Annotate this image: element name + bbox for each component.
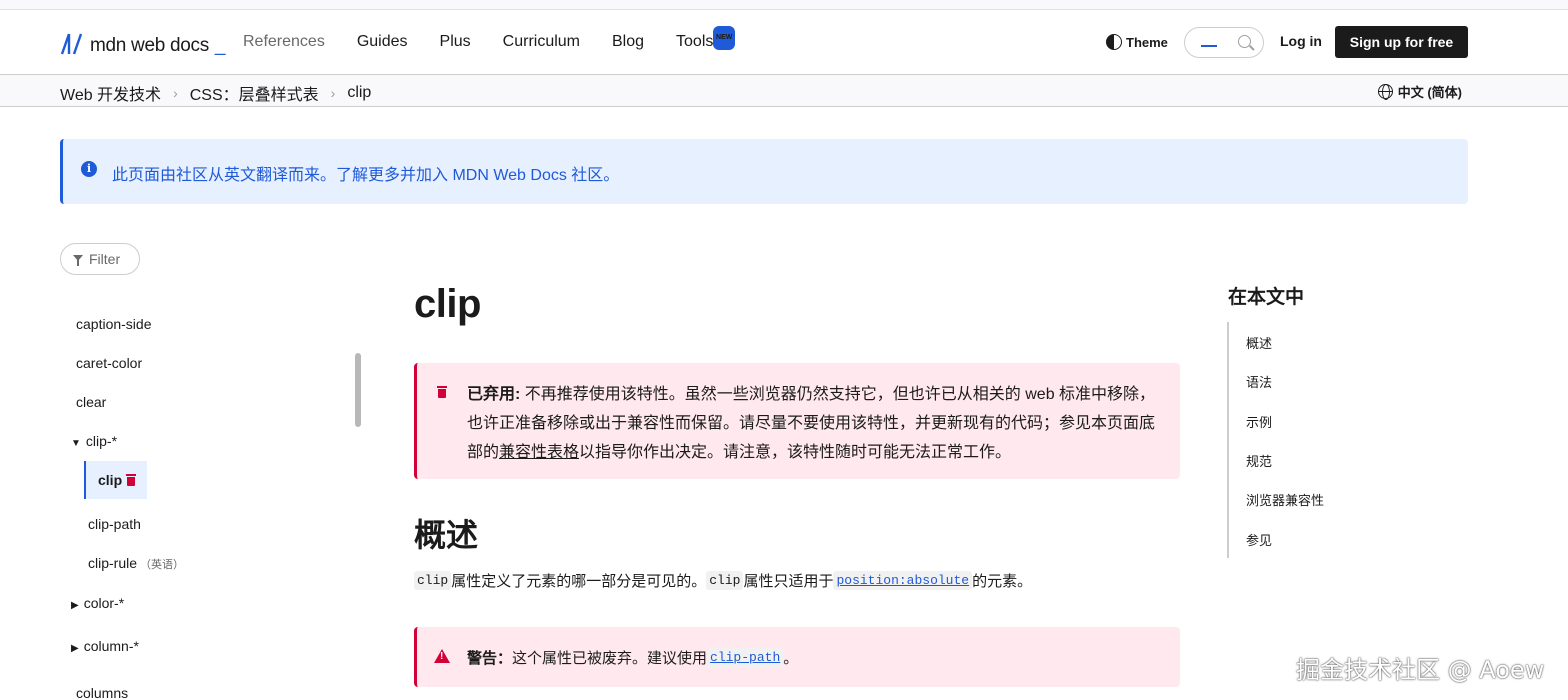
mdn-logo[interactable]: mdn web docs _ bbox=[60, 30, 226, 56]
triangle-right-icon: ▶ bbox=[71, 600, 79, 611]
position-absolute-link[interactable]: position:absolute bbox=[833, 571, 973, 590]
warning-label: 警告： bbox=[467, 650, 513, 667]
sidebar-item-note: （英语） bbox=[140, 559, 185, 571]
translation-notice: i 此页面由社区从英文翻译而来。了解更多并加入 MDN Web Docs 社区。 bbox=[60, 139, 1468, 204]
new-badge: NEW bbox=[713, 26, 736, 50]
toc-item-examples[interactable]: 示例 bbox=[1246, 412, 1272, 431]
sidebar-group-column[interactable]: ▶ column-* bbox=[71, 638, 139, 654]
filter-placeholder: Filter bbox=[89, 251, 121, 267]
site-header: mdn web docs _ References Guides Plus Cu… bbox=[0, 10, 1568, 75]
chevron-right-icon: › bbox=[330, 85, 336, 101]
breadcrumb-css[interactable]: CSS：层叠样式表 bbox=[190, 81, 319, 105]
theme-label: Theme bbox=[1126, 34, 1168, 50]
mdn-logo-icon bbox=[60, 33, 83, 55]
toc-item-browser-compat[interactable]: 浏览器兼容性 bbox=[1246, 490, 1324, 509]
deprecated-trash-icon bbox=[126, 474, 137, 486]
theme-switcher[interactable]: Theme bbox=[1106, 34, 1168, 50]
sidebar-item-clear[interactable]: clear bbox=[76, 394, 106, 410]
chevron-right-icon: › bbox=[173, 85, 178, 101]
sidebar-item-caret-color[interactable]: caret-color bbox=[76, 355, 142, 371]
sidebar-filter-input[interactable]: Filter bbox=[60, 243, 140, 275]
sidebar-item-label: clip bbox=[98, 472, 123, 488]
search-icon[interactable] bbox=[1238, 35, 1251, 48]
warning-icon bbox=[434, 649, 450, 663]
nav-curriculum[interactable]: Curriculum bbox=[503, 31, 580, 53]
toc-title: 在本文中 bbox=[1228, 287, 1305, 308]
nav-references[interactable]: References bbox=[243, 31, 325, 53]
sidebar-group-clip[interactable]: ▼ clip-* bbox=[71, 433, 117, 449]
main-nav: References Guides Plus Curriculum Blog T… bbox=[243, 26, 736, 53]
code-clip: clip bbox=[706, 571, 744, 590]
sidebar-group-label: color-* bbox=[83, 595, 125, 611]
deprecated-label: 已弃用: bbox=[467, 386, 521, 403]
sidebar-group-label: clip-* bbox=[85, 433, 118, 449]
warning-notice: 警告： 这个属性已被废弃。建议使用 clip-path 。 bbox=[414, 627, 1180, 687]
nav-tools[interactable]: Tools NEW bbox=[676, 26, 736, 53]
watermark: 掘金技术社区 @ Aoew bbox=[1296, 656, 1545, 684]
sidebar-group-label: column-* bbox=[83, 638, 139, 654]
breadcrumb-web-tech[interactable]: Web 开发技术 bbox=[60, 81, 161, 105]
top-strip bbox=[0, 0, 1568, 10]
deprecated-notice: 已弃用: 不再推荐使用该特性。虽然一些浏览器仍然支持它，但也许已从相关的 web… bbox=[414, 363, 1180, 479]
filter-icon bbox=[73, 255, 83, 266]
warning-body: 这个属性已被废弃。建议使用 bbox=[512, 650, 708, 667]
sidebar-item-caption-side[interactable]: caption-side bbox=[76, 316, 152, 332]
overview-text-3: 的元素。 bbox=[972, 573, 1033, 590]
clip-path-link[interactable]: clip-path bbox=[707, 648, 784, 667]
login-link[interactable]: Log in bbox=[1280, 33, 1322, 49]
compat-table-link[interactable]: 兼容性表格 bbox=[499, 444, 579, 461]
deprecated-body-2: 以指导你作出决定。请注意，该特性随时可能无法正常工作。 bbox=[579, 444, 1012, 461]
search-caret bbox=[1201, 45, 1217, 47]
toc-item-overview[interactable]: 概述 bbox=[1246, 333, 1272, 352]
triangle-right-icon: ▶ bbox=[71, 643, 79, 654]
theme-icon bbox=[1106, 34, 1122, 50]
triangle-down-icon: ▼ bbox=[71, 438, 81, 449]
overview-heading: 概述 bbox=[414, 517, 479, 553]
toc-rail bbox=[1227, 322, 1229, 558]
overview-text-2: 属性只适用于 bbox=[743, 573, 834, 590]
language-switcher[interactable]: 中文 (简体) bbox=[1377, 82, 1462, 101]
sidebar-scrollbar[interactable] bbox=[355, 353, 361, 427]
nav-tools-label: Tools bbox=[676, 33, 714, 50]
toc-item-specifications[interactable]: 规范 bbox=[1246, 451, 1272, 470]
breadcrumb: Web 开发技术 › CSS：层叠样式表 › clip bbox=[60, 81, 371, 105]
logo-text: mdn web docs bbox=[90, 35, 209, 56]
overview-paragraph: clip 属性定义了元素的哪一部分是可见的。 clip 属性只适用于 posit… bbox=[414, 570, 1032, 591]
warning-end: 。 bbox=[783, 650, 799, 667]
sidebar-item-label: clip-rule bbox=[88, 555, 138, 571]
sidebar-item-columns[interactable]: columns bbox=[76, 685, 128, 700]
toc-item-see-also[interactable]: 参见 bbox=[1246, 530, 1272, 549]
deprecated-text: 已弃用: 不再推荐使用该特性。虽然一些浏览器仍然支持它，但也许已从相关的 web… bbox=[467, 380, 1167, 467]
sidebar-group-color[interactable]: ▶ color-* bbox=[71, 595, 124, 611]
nav-plus[interactable]: Plus bbox=[440, 31, 471, 53]
language-label: 中文 (简体) bbox=[1397, 85, 1462, 100]
nav-guides[interactable]: Guides bbox=[357, 31, 408, 53]
notice-text[interactable]: 此页面由社区从英文翻译而来。了解更多并加入 MDN Web Docs 社区。 bbox=[112, 161, 619, 185]
sidebar-item-clip[interactable]: clip bbox=[84, 461, 147, 499]
overview-text-1: 属性定义了元素的哪一部分是可见的。 bbox=[451, 573, 707, 590]
code-clip: clip bbox=[414, 571, 452, 590]
search-input[interactable] bbox=[1184, 27, 1264, 58]
info-icon: i bbox=[81, 161, 97, 177]
breadcrumb-bar: Web 开发技术 › CSS：层叠样式表 › clip 中文 (简体) bbox=[0, 75, 1568, 107]
globe-icon bbox=[1377, 84, 1393, 100]
logo-cursor: _ bbox=[214, 35, 226, 56]
trash-icon bbox=[437, 386, 447, 398]
page-title: clip bbox=[414, 282, 481, 326]
toc-item-syntax[interactable]: 语法 bbox=[1246, 372, 1272, 391]
nav-blog[interactable]: Blog bbox=[612, 31, 644, 53]
sidebar-item-clip-rule[interactable]: clip-rule （英语） bbox=[88, 555, 184, 572]
breadcrumb-clip[interactable]: clip bbox=[347, 84, 371, 102]
sidebar-item-clip-path[interactable]: clip-path bbox=[88, 516, 141, 532]
warning-text: 警告： 这个属性已被废弃。建议使用 clip-path 。 bbox=[467, 647, 798, 668]
signup-button[interactable]: Sign up for free bbox=[1335, 26, 1468, 58]
